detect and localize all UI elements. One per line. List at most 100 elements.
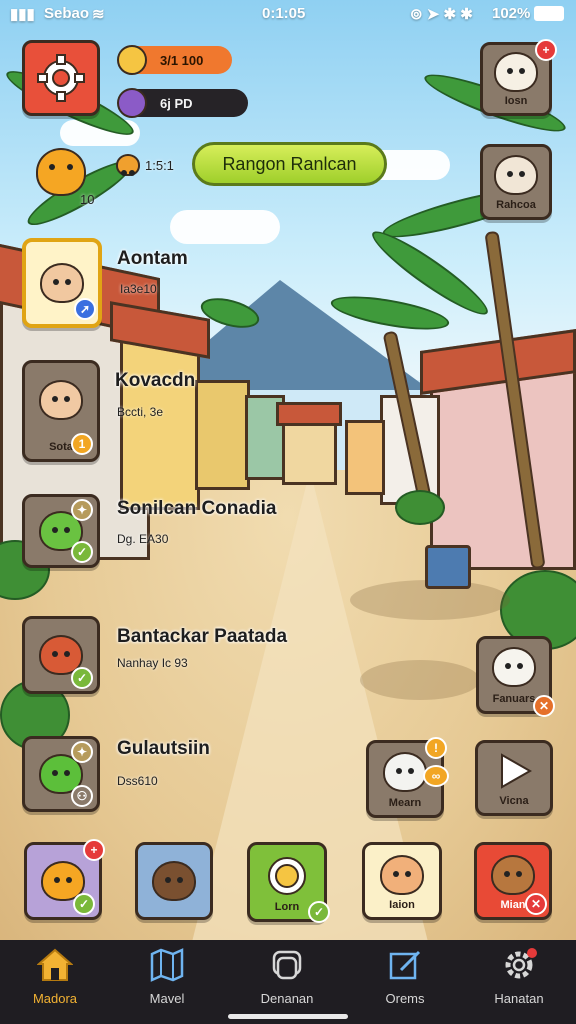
clock: 0:1:05 bbox=[262, 5, 306, 22]
status-badge: ✓ bbox=[71, 541, 93, 563]
energy-icon bbox=[116, 154, 140, 176]
roof bbox=[276, 402, 342, 426]
tree-shadow bbox=[360, 660, 480, 700]
star-badge: ✦ bbox=[71, 741, 93, 763]
map-tile[interactable]: Mearn ! ∞ bbox=[366, 737, 449, 818]
character-name: Kovacdn bbox=[115, 370, 196, 391]
character-stat: Bccti, 3e bbox=[117, 405, 164, 419]
hotbar-slot-fox[interactable]: + ✓ bbox=[24, 839, 105, 920]
player-level-value: 10 bbox=[80, 192, 95, 207]
status-badge: ✓ bbox=[71, 667, 93, 689]
sprout-avatar bbox=[152, 861, 196, 901]
hotbar-label: Iaion bbox=[389, 899, 415, 911]
fox-icon bbox=[492, 647, 536, 687]
house bbox=[430, 370, 576, 570]
energy-value: 1:5:1 bbox=[145, 158, 174, 173]
notification-badge: + bbox=[535, 39, 557, 61]
battery-icon bbox=[534, 6, 564, 21]
nav-tab-edit[interactable]: Orems bbox=[350, 948, 460, 1018]
nav-label: Denanan bbox=[260, 991, 314, 1006]
play-icon bbox=[501, 753, 533, 789]
status-badge: ✓ bbox=[73, 893, 95, 915]
gold-coin-icon bbox=[117, 45, 147, 75]
character-portrait[interactable]: ➚ bbox=[22, 238, 102, 328]
nav-label: Madora bbox=[32, 991, 78, 1006]
house bbox=[345, 420, 385, 495]
character-portrait[interactable]: ✦ ⚇ bbox=[22, 736, 100, 812]
gold-value: 3/1 100 bbox=[160, 52, 204, 68]
pet-tile-iosn[interactable]: Iosn + bbox=[480, 39, 557, 116]
play-button[interactable]: Vicna bbox=[475, 740, 553, 816]
bear-avatar bbox=[491, 855, 535, 895]
pet-label: Rahcoa bbox=[496, 199, 536, 211]
boy-avatar bbox=[40, 263, 84, 303]
carrier-label: Sebao bbox=[44, 5, 90, 22]
kid-avatar bbox=[380, 855, 424, 895]
status-badge: ✕ bbox=[525, 893, 547, 915]
sun-icon bbox=[268, 857, 306, 895]
status-bar: ▮▮▮ Sebao ≋ 0:1:05 ⊚ ➤ ✱ ✱ 102% bbox=[0, 0, 576, 28]
character-name: Bantackar Paatada bbox=[117, 626, 288, 647]
character-stat: Dg. EA30 bbox=[117, 532, 169, 546]
hotbar-slot-bear[interactable]: Mian ✕ bbox=[474, 842, 552, 920]
nav-label: Hanatan bbox=[494, 991, 544, 1006]
layers-icon bbox=[272, 950, 302, 980]
hotbar-slot-sprout[interactable] bbox=[135, 842, 213, 920]
compass-badge: ➚ bbox=[74, 298, 96, 320]
pet-tile-fanuars[interactable]: Fanuars ✕ bbox=[476, 636, 555, 717]
house bbox=[120, 340, 200, 510]
notification-badge: ✕ bbox=[533, 695, 555, 717]
water-barrel bbox=[425, 545, 471, 589]
nav-tab-layers[interactable]: Denanan bbox=[232, 948, 342, 1018]
character-stat: Dss610 bbox=[117, 774, 158, 788]
home-indicator[interactable] bbox=[228, 1014, 348, 1019]
nav-tab-map[interactable]: Mavel bbox=[112, 948, 222, 1018]
player-level-icon[interactable] bbox=[36, 148, 86, 196]
star-badge: ✦ bbox=[71, 499, 93, 521]
nav-tab-settings[interactable]: Hanatan bbox=[464, 948, 574, 1018]
wifi-icon: ≋ bbox=[92, 6, 105, 23]
notification-badge: ∞ bbox=[423, 765, 449, 787]
nav-label: Orems bbox=[385, 991, 425, 1006]
cat-icon bbox=[494, 52, 538, 92]
gear-icon bbox=[37, 54, 85, 102]
character-stat: Ia3e10 bbox=[120, 282, 157, 296]
notification-badge: ! bbox=[425, 737, 447, 759]
edit-icon bbox=[389, 950, 421, 980]
dog-icon bbox=[494, 155, 538, 195]
settings-button[interactable] bbox=[22, 40, 100, 116]
nav-label: Mavel bbox=[149, 991, 185, 1006]
house bbox=[282, 420, 337, 485]
owl-icon bbox=[383, 752, 427, 792]
pet-tile-rahcoa[interactable]: Rahcoa bbox=[480, 144, 552, 220]
character-portrait[interactable]: ✓ bbox=[22, 616, 100, 694]
notification-badge: + bbox=[83, 839, 105, 861]
character-portrait[interactable]: ✓ ✦ bbox=[22, 494, 100, 568]
hotbar-slot-sun[interactable]: Lorn ✓ bbox=[247, 842, 330, 923]
cloud bbox=[170, 210, 280, 244]
main-action-label: Rangon Ranlcan bbox=[222, 153, 357, 174]
bluetooth-icon: ⊚ ➤ ✱ ✱ bbox=[410, 6, 473, 23]
house bbox=[195, 380, 250, 490]
pet-label: Iosn bbox=[504, 95, 528, 107]
character-stat: Nanhay Ic 93 bbox=[117, 656, 188, 670]
hotbar-slot-kid[interactable]: Iaion bbox=[362, 842, 442, 920]
play-label: Vicna bbox=[499, 795, 529, 807]
main-action-button[interactable]: Rangon Ranlcan bbox=[192, 142, 387, 186]
bush bbox=[395, 490, 445, 525]
gem-icon bbox=[117, 88, 147, 118]
bottom-navigation: Madora Mavel Denanan Orems Hanatan bbox=[0, 940, 576, 1024]
map-icon bbox=[150, 948, 184, 982]
gear-icon bbox=[505, 948, 537, 979]
nav-tab-home[interactable]: Madora bbox=[0, 948, 110, 1018]
signal-icon: ▮▮▮ bbox=[10, 6, 35, 23]
gems-value: 6j PD bbox=[160, 95, 193, 111]
status-badge: ✓ bbox=[308, 901, 330, 923]
count-badge: 1 bbox=[71, 433, 93, 455]
link-badge: ⚇ bbox=[71, 785, 93, 807]
girl-avatar bbox=[39, 380, 83, 420]
map-label: Mearn bbox=[388, 797, 422, 809]
character-portrait[interactable]: Sota 1 bbox=[22, 360, 100, 462]
character-name: Aontam bbox=[117, 248, 188, 269]
character-name: Sonilcan Conadia bbox=[117, 498, 277, 519]
